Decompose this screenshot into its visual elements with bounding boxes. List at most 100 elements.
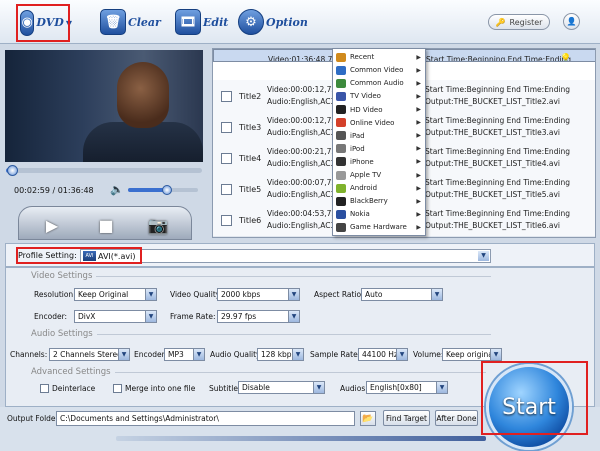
frame-rate-select[interactable]: 29.97 fps ▼ (217, 310, 300, 323)
title-video-info: Video:00:04:53,72 (267, 209, 333, 218)
title-audio-info: Audio:English,AC3 (267, 190, 333, 199)
option-button[interactable]: ⚙ Option (238, 4, 308, 40)
profile-menu-item[interactable]: iPod ▶ (333, 143, 425, 155)
chevron-down-icon[interactable]: ▼ (118, 349, 129, 360)
seek-knob[interactable] (6, 165, 18, 176)
audio-quality-select[interactable]: 128 kbps ▼ (257, 348, 304, 361)
profile-menu-item[interactable]: BlackBerry ▶ (333, 195, 425, 207)
aspect-ratio-label: Aspect Ratio: (314, 290, 364, 299)
profile-menu-item[interactable]: TV Video ▶ (333, 90, 425, 102)
sample-rate-value: 44100 Hz (362, 350, 398, 359)
profile-menu-item[interactable]: Game Hardware ▶ (333, 221, 425, 233)
volume-select[interactable]: Keep origina ▼ (442, 348, 502, 361)
title-audio-info: Audio:English,AC3 (267, 97, 333, 106)
subtitle-select[interactable]: Disable ▼ (238, 381, 325, 394)
title-trim-times: Start Time:Beginning End Time:Ending (425, 178, 571, 187)
user-icon[interactable]: 👤 (563, 13, 580, 30)
audio-encoder-select[interactable]: MP3 ▼ (164, 348, 205, 361)
sample-rate-select[interactable]: 44100 Hz ▼ (358, 348, 408, 361)
volume-knob[interactable] (161, 185, 172, 195)
title-trim-info: Start Time:Beginning End Time:EndingOutp… (426, 54, 576, 61)
title-checkbox[interactable] (221, 184, 232, 195)
edit-label: Edit (203, 15, 229, 29)
audios-select[interactable]: English[0x80] ▼ (366, 381, 448, 394)
resolution-select[interactable]: Keep Original ▼ (74, 288, 157, 301)
chevron-down-icon[interactable]: ▼ (478, 251, 489, 261)
chevron-right-icon: ▶ (416, 197, 421, 205)
find-target-button[interactable]: Find Target (383, 410, 430, 426)
hd-icon (336, 105, 346, 115)
chevron-down-icon[interactable]: ▼ (490, 349, 501, 360)
play-icon[interactable]: ▶ (37, 213, 67, 237)
playback-controls: ▶ ■ 📷 (18, 206, 192, 240)
profile-menu-item[interactable]: Apple TV ▶ (333, 169, 425, 181)
seek-slider[interactable] (6, 165, 202, 176)
chevron-down-icon[interactable]: ▼ (396, 349, 407, 360)
chevron-down-icon[interactable]: ▼ (288, 289, 299, 300)
chevron-down-icon[interactable]: ▼ (436, 382, 447, 393)
aspect-ratio-select[interactable]: Auto ▼ (361, 288, 443, 301)
channels-select[interactable]: 2 Channels Stereo ▼ (49, 348, 130, 361)
title-output-name: Output:THE_BUCKET_LIST_Title2.avi (425, 97, 560, 106)
title-info: Video:00:00:12,72 Audio:English,AC3 (267, 115, 333, 139)
register-button[interactable]: 🔑 Register (488, 14, 550, 30)
title-info: Video:00:00:07,72 Audio:English,AC3 (267, 177, 333, 201)
profile-menu-item-label: Android (350, 184, 378, 193)
profile-menu-item[interactable]: Online Video ▶ (333, 117, 425, 129)
clear-label: Clear (128, 15, 161, 29)
title-video-info: Video:00:00:12,72 (267, 116, 333, 125)
video-encoder-label: Encoder: (34, 312, 68, 321)
stop-icon[interactable]: ■ (91, 213, 121, 237)
game-icon (336, 222, 346, 232)
profile-menu-item-label: iPad (350, 131, 365, 140)
profile-menu-item[interactable]: HD Video ▶ (333, 103, 425, 115)
toolbar: ◉ DVD ▼ 🗑 Clear 🎞 Edit ⚙ Option 🔑 Regist… (0, 0, 600, 44)
clear-button[interactable]: 🗑 Clear (100, 4, 161, 40)
profile-menu-item[interactable]: iPhone ▶ (333, 156, 425, 168)
chevron-down-icon[interactable]: ▼ (145, 311, 156, 322)
title-name: Title2 (239, 92, 262, 101)
tv-icon (336, 91, 346, 101)
camera-icon[interactable]: 📷 (143, 213, 173, 237)
chevron-down-icon[interactable]: ▼ (193, 349, 204, 360)
profile-menu-item[interactable]: Android ▶ (333, 182, 425, 194)
title-video-info: Video:00:00:12,72 (267, 85, 333, 94)
profile-menu-item[interactable]: Common Audio ▶ (333, 77, 425, 89)
title-checkbox[interactable] (221, 153, 232, 164)
video-settings-header: Video Settings (31, 271, 491, 281)
chevron-down-icon[interactable]: ▼ (145, 289, 156, 300)
video-quality-select[interactable]: 2000 kbps ▼ (217, 288, 300, 301)
resolution-label: Resolution: (34, 290, 76, 299)
volume-value: Keep origina (446, 350, 493, 359)
profile-menu-item[interactable]: Nokia ▶ (333, 208, 425, 220)
profile-menu-item[interactable]: Recent ▶ (333, 51, 425, 63)
dvd-highlight-box (16, 4, 70, 42)
merge-checkbox[interactable] (113, 384, 122, 393)
progress-track (116, 436, 486, 441)
chevron-right-icon: ▶ (416, 184, 421, 192)
aspect-ratio-value: Auto (365, 290, 383, 299)
edit-button[interactable]: 🎞 Edit (175, 4, 228, 40)
title-checkbox[interactable] (221, 91, 232, 102)
title-checkbox[interactable] (221, 122, 232, 133)
profile-menu-item[interactable]: Common Video ▶ (333, 64, 425, 76)
volume-slider[interactable] (128, 185, 198, 195)
speaker-icon[interactable]: 🔈 (110, 183, 124, 196)
title-checkbox[interactable]: ✔ (222, 61, 233, 62)
folder-icon[interactable]: 📂 (360, 411, 376, 426)
chevron-down-icon[interactable]: ▼ (431, 289, 442, 300)
chevron-down-icon[interactable]: ▼ (313, 382, 324, 393)
title-info: Video:00:00:21,72 Audio:English,AC3 (267, 146, 333, 170)
title-audio-info: Audio:English,AC3 (267, 159, 333, 168)
volume-label: Volume: (413, 350, 444, 359)
output-folder-input[interactable]: C:\Documents and Settings\Administrator\ (56, 411, 355, 426)
profile-menu-item[interactable]: iPad ▶ (333, 130, 425, 142)
video-encoder-select[interactable]: DivX ▼ (74, 310, 157, 323)
trash-icon: 🗑 (100, 9, 126, 35)
deinterlace-checkbox[interactable] (40, 384, 49, 393)
after-done-button[interactable]: After Done (435, 410, 478, 426)
recent-icon (336, 52, 346, 62)
chevron-down-icon[interactable]: ▼ (292, 349, 303, 360)
title-checkbox[interactable] (221, 215, 232, 226)
chevron-down-icon[interactable]: ▼ (288, 311, 299, 322)
